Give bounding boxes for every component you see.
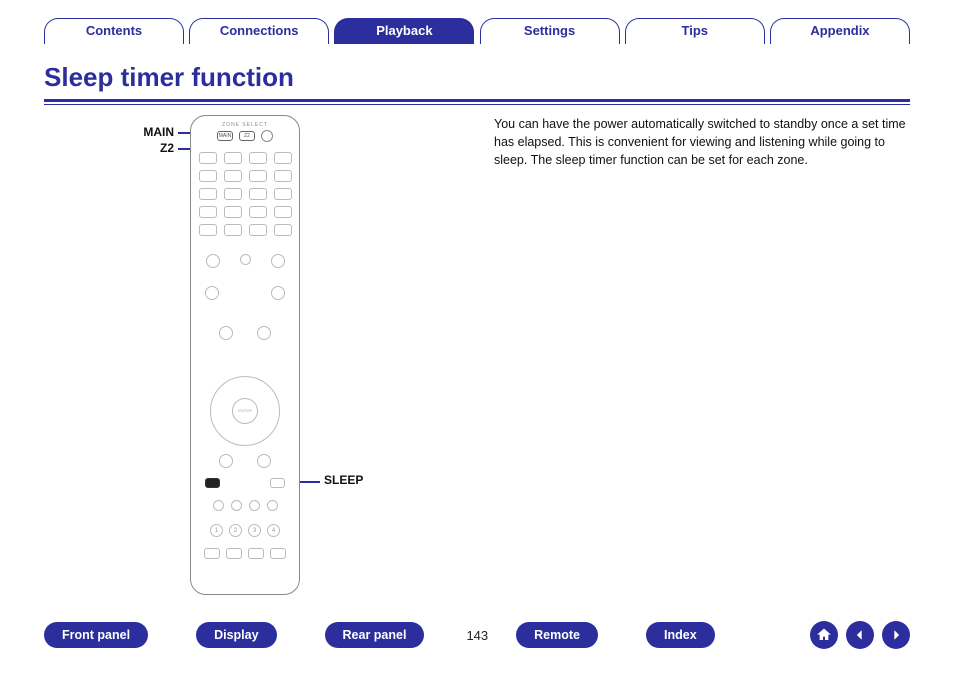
link-index[interactable]: Index <box>646 622 715 648</box>
remote-button <box>274 152 292 164</box>
remote-button <box>206 254 220 268</box>
tab-contents[interactable]: Contents <box>44 18 184 44</box>
remote-button <box>274 188 292 200</box>
arrow-left-icon[interactable] <box>846 621 874 649</box>
remote-button <box>205 286 219 300</box>
remote-outline: ZONE SELECT MAIN Z2 <box>190 115 300 595</box>
remote-button <box>274 224 292 236</box>
remote-button <box>199 152 217 164</box>
remote-button <box>248 548 264 559</box>
callout-sleep: SLEEP <box>324 473 363 487</box>
channel-mute-volume-row <box>191 286 299 300</box>
sleep-button <box>205 478 220 488</box>
remote-button <box>219 454 233 468</box>
bottom-bar: Front panel Display Rear panel 143 Remot… <box>44 621 910 649</box>
remote-button <box>257 326 271 340</box>
remote-button <box>199 188 217 200</box>
callout-z2: Z2 <box>44 141 174 155</box>
nav-icon-group <box>810 621 910 649</box>
remote-wrap: ZONE SELECT MAIN Z2 <box>190 115 300 595</box>
button-row <box>191 152 299 164</box>
tab-connections[interactable]: Connections <box>189 18 329 44</box>
smart-select-1: 1 <box>210 524 223 537</box>
remote-button <box>271 254 285 268</box>
title-block: Sleep timer function <box>44 62 910 105</box>
remote-button <box>224 170 242 182</box>
smart-select-4: 4 <box>267 524 280 537</box>
remote-button <box>231 500 242 511</box>
home-icon[interactable] <box>810 621 838 649</box>
dpad: ENTER <box>210 376 280 446</box>
power-icon <box>261 130 273 142</box>
remote-button <box>219 326 233 340</box>
remote-button <box>249 500 260 511</box>
smart-select-3: 3 <box>248 524 261 537</box>
arrow-right-icon[interactable] <box>882 621 910 649</box>
callout-main: MAIN <box>44 125 174 139</box>
zone-row: MAIN Z2 <box>191 130 299 142</box>
button-row <box>191 170 299 182</box>
manual-page: Contents Connections Playback Settings T… <box>0 0 954 673</box>
tab-playback[interactable]: Playback <box>334 18 474 44</box>
body-text: You can have the power automatically swi… <box>494 115 910 615</box>
remote-button <box>213 500 224 511</box>
remote-button <box>257 454 271 468</box>
remote-button <box>199 224 217 236</box>
transport-row <box>191 500 299 511</box>
sound-mode-row <box>191 548 299 559</box>
smart-select-row: 1 2 3 4 <box>191 524 299 537</box>
tab-tips[interactable]: Tips <box>625 18 765 44</box>
rule-thin <box>44 104 910 105</box>
option-info-row <box>191 326 299 340</box>
remote-button <box>274 170 292 182</box>
button-row <box>191 206 299 218</box>
remote-button <box>199 170 217 182</box>
remote-button <box>224 224 242 236</box>
tab-settings[interactable]: Settings <box>480 18 620 44</box>
content-area: MAIN Z2 SLEEP ZONE SELECT MAIN Z2 <box>44 115 910 615</box>
rule-thick <box>44 99 910 102</box>
page-title: Sleep timer function <box>44 62 910 93</box>
remote-button <box>271 286 285 300</box>
remote-button <box>224 152 242 164</box>
remote-button <box>249 224 267 236</box>
remote-button <box>249 188 267 200</box>
link-display[interactable]: Display <box>196 622 276 648</box>
zone-select-label: ZONE SELECT <box>222 122 268 128</box>
remote-button <box>240 254 251 265</box>
remote-button <box>270 478 285 488</box>
remote-button <box>204 548 220 559</box>
page-number: 143 <box>466 628 488 643</box>
remote-button <box>270 548 286 559</box>
link-remote[interactable]: Remote <box>516 622 598 648</box>
remote-button <box>274 206 292 218</box>
top-tabs: Contents Connections Playback Settings T… <box>44 0 910 50</box>
remote-button <box>249 152 267 164</box>
remote-button <box>199 206 217 218</box>
remote-button <box>226 548 242 559</box>
button-row <box>191 188 299 200</box>
remote-button <box>249 170 267 182</box>
link-front-panel[interactable]: Front panel <box>44 622 148 648</box>
zone-z2-button: Z2 <box>239 131 255 141</box>
remote-figure: MAIN Z2 SLEEP ZONE SELECT MAIN Z2 <box>44 115 474 615</box>
button-row <box>191 224 299 236</box>
remote-button <box>267 500 278 511</box>
dpad-enter: ENTER <box>232 398 258 424</box>
back-setup-row <box>191 454 299 468</box>
link-rear-panel[interactable]: Rear panel <box>325 622 425 648</box>
remote-button <box>224 206 242 218</box>
remote-button <box>224 188 242 200</box>
tab-appendix[interactable]: Appendix <box>770 18 910 44</box>
channel-mute-volume-row <box>191 254 299 268</box>
smart-select-2: 2 <box>229 524 242 537</box>
zone-main-button: MAIN <box>217 131 233 141</box>
remote-button <box>249 206 267 218</box>
